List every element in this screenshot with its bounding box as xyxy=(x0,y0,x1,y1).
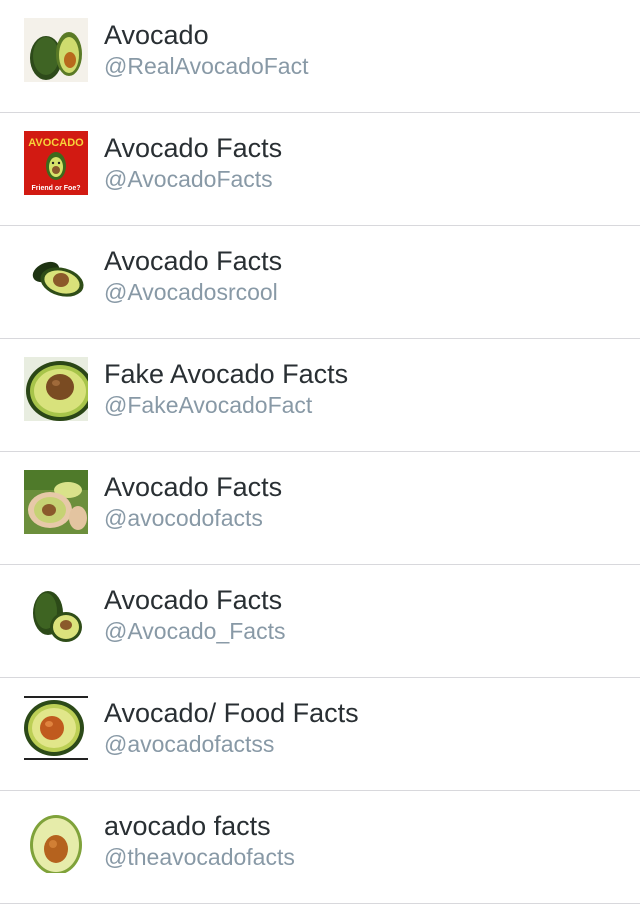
account-list: Avocado @RealAvocadoFact AVOCADO Friend … xyxy=(0,0,640,904)
account-name[interactable]: Avocado Facts xyxy=(104,471,282,503)
avocado-closeup-icon[interactable] xyxy=(24,357,88,421)
account-row[interactable]: Fake Avocado Facts @FakeAvocadoFact xyxy=(0,339,640,452)
account-handle[interactable]: @avocadofactss xyxy=(104,730,274,758)
avocado-halves-icon[interactable] xyxy=(24,244,88,308)
account-row[interactable]: Avocado/ Food Facts @avocadofactss xyxy=(0,678,640,791)
account-name[interactable]: Avocado Facts xyxy=(104,132,282,164)
account-row[interactable]: Avocado Facts @Avocadosrcool xyxy=(0,226,640,339)
logo-bottom-text: Friend or Foe? xyxy=(32,185,81,192)
account-row[interactable]: avocado facts @theavocadofacts xyxy=(0,791,640,904)
account-name[interactable]: Avocado xyxy=(104,19,209,51)
logo-top-text: AVOCADO xyxy=(28,137,84,149)
account-name[interactable]: Avocado Facts xyxy=(104,245,282,277)
avocado-half-red-pit-icon[interactable] xyxy=(24,696,88,760)
account-name[interactable]: Fake Avocado Facts xyxy=(104,358,348,390)
account-handle[interactable]: @avocodofacts xyxy=(104,504,263,532)
account-name[interactable]: Avocado/ Food Facts xyxy=(104,697,359,729)
account-handle[interactable]: @Avocado_Facts xyxy=(104,617,285,645)
account-handle[interactable]: @theavocadofacts xyxy=(104,843,295,871)
account-row[interactable]: Avocado @RealAvocadoFact xyxy=(0,0,640,113)
avocado-whole-and-half-icon[interactable] xyxy=(24,583,88,647)
avocado-pair-icon[interactable] xyxy=(24,18,88,82)
account-handle[interactable]: @RealAvocadoFact xyxy=(104,52,308,80)
avocado-in-hand-photo[interactable] xyxy=(24,470,88,534)
account-row[interactable]: Avocado Facts @Avocado_Facts xyxy=(0,565,640,678)
account-handle[interactable]: @AvocadoFacts xyxy=(104,165,273,193)
account-handle[interactable]: @Avocadosrcool xyxy=(104,278,278,306)
avocado-single-half-icon[interactable] xyxy=(24,809,88,873)
account-handle[interactable]: @FakeAvocadoFact xyxy=(104,391,312,419)
account-row[interactable]: AVOCADO Friend or Foe? Avocado Facts @Av… xyxy=(0,113,640,226)
account-name[interactable]: avocado facts xyxy=(104,810,271,842)
avocado-friend-or-foe-logo[interactable]: AVOCADO Friend or Foe? xyxy=(24,131,88,195)
account-name[interactable]: Avocado Facts xyxy=(104,584,282,616)
account-row[interactable]: Avocado Facts @avocodofacts xyxy=(0,452,640,565)
